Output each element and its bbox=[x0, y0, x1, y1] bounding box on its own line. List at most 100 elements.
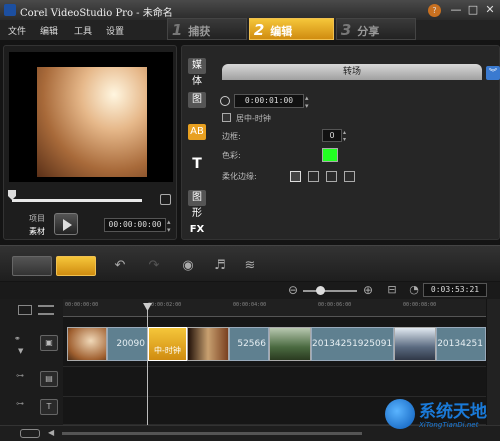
color-swatch[interactable] bbox=[322, 148, 338, 162]
project-duration: 0:03:53:21 bbox=[423, 283, 487, 297]
app-logo-icon bbox=[4, 4, 16, 16]
step-share[interactable]: 3 分享 bbox=[336, 18, 416, 40]
watermark-url: XiTongTianDi.net bbox=[419, 421, 479, 429]
ruler-tick: 00:00:00:00 bbox=[65, 302, 99, 308]
scroll-track-icon[interactable] bbox=[20, 429, 40, 438]
video-clip-thumbnail[interactable] bbox=[394, 327, 436, 361]
video-clip[interactable]: 20134251925091 bbox=[311, 327, 394, 361]
soft-edge-none-button[interactable] bbox=[290, 171, 301, 182]
soft-edge-label: 柔化边缘: bbox=[222, 172, 257, 181]
transition-type-icon bbox=[222, 113, 231, 122]
video-clip-thumbnail[interactable] bbox=[269, 327, 311, 361]
title-bar: Corel VideoStudio Pro - 未命名 ? — □ ✕ bbox=[0, 0, 500, 20]
duration-spinner-icon[interactable]: ▴ ▾ bbox=[305, 94, 309, 110]
help-icon[interactable]: ? bbox=[428, 4, 441, 17]
lock-title-icon[interactable]: ⊶ bbox=[16, 399, 24, 408]
ripple-edit-icon[interactable]: ⚭ bbox=[14, 334, 21, 343]
border-spinner-icon[interactable]: ▴ ▾ bbox=[343, 129, 346, 143]
close-button[interactable]: ✕ bbox=[482, 3, 498, 17]
border-spinner[interactable]: 0 bbox=[322, 129, 342, 142]
step-edit[interactable]: 2 编辑 bbox=[249, 18, 334, 40]
video-clip[interactable]: 52566 bbox=[229, 327, 269, 361]
enlarge-preview-icon[interactable] bbox=[160, 194, 171, 205]
menu-file[interactable]: 文件 bbox=[8, 24, 26, 37]
zoom-slider[interactable] bbox=[303, 290, 357, 292]
zoom-slider-handle[interactable] bbox=[316, 286, 325, 295]
color-label: 色彩: bbox=[222, 151, 241, 160]
video-clip-thumbnail[interactable] bbox=[187, 327, 229, 361]
zoom-in-icon[interactable]: ⊕ bbox=[360, 282, 376, 298]
ruler-tick: 00:00:04:00 bbox=[233, 302, 267, 308]
ruler-tick: 00:00:08:00 bbox=[403, 302, 437, 308]
mode-project-label[interactable]: 项目 bbox=[29, 213, 45, 224]
undo-icon[interactable]: ↶ bbox=[112, 258, 128, 274]
video-clip-thumbnail[interactable] bbox=[67, 327, 107, 361]
watermark-logo: 系统天地 XiTongTianDi.net bbox=[385, 395, 497, 439]
zoom-out-icon[interactable]: ⊖ bbox=[285, 282, 301, 298]
duration-timecode[interactable]: 0:00:01:00 bbox=[234, 94, 304, 108]
title-icon[interactable]: T bbox=[188, 156, 206, 172]
scroll-left-icon[interactable]: ◀ bbox=[48, 428, 54, 437]
preview-timecode[interactable]: 00:00:00:00 bbox=[104, 218, 166, 232]
filter-icon[interactable]: FX bbox=[188, 222, 206, 238]
watermark-globe-icon bbox=[385, 399, 415, 429]
timecode-spinner-icon[interactable]: ▴ ▾ bbox=[167, 218, 171, 234]
chapter-point-icon[interactable] bbox=[38, 305, 54, 315]
storyboard-view-button[interactable] bbox=[12, 256, 52, 276]
soft-edge-strong-button[interactable] bbox=[344, 171, 355, 182]
track-manager-icon[interactable] bbox=[18, 305, 32, 315]
menu-edit[interactable]: 编辑 bbox=[40, 24, 58, 37]
soft-edge-weak-button[interactable] bbox=[308, 171, 319, 182]
video-preview bbox=[9, 52, 173, 182]
overlay-track-icon[interactable]: ▤ bbox=[40, 371, 58, 387]
soft-edge-medium-button[interactable] bbox=[326, 171, 337, 182]
menu-settings[interactable]: 设置 bbox=[106, 24, 124, 37]
border-label: 边框: bbox=[222, 132, 241, 141]
video-track[interactable]: 20090 中-时钟 52566 20134251925091 20134251 bbox=[63, 317, 486, 367]
step-label: 捕获 bbox=[188, 25, 211, 38]
audio-mix-icon[interactable]: ♬ bbox=[212, 258, 228, 274]
playhead-line[interactable] bbox=[147, 304, 148, 425]
minimize-button[interactable]: — bbox=[448, 3, 464, 17]
play-button[interactable] bbox=[54, 213, 78, 235]
step-capture[interactable]: 1 捕获 bbox=[167, 18, 247, 40]
instant-project-icon[interactable]: 图 bbox=[188, 92, 206, 108]
timeline-toolbar: ↶ ↷ ◉ ♬ ≋ bbox=[0, 245, 500, 281]
record-capture-icon[interactable]: ◉ bbox=[180, 258, 196, 274]
mode-clip-label[interactable]: 素材 bbox=[29, 226, 45, 237]
overlay-track[interactable] bbox=[63, 367, 486, 397]
fit-project-icon[interactable]: ⊟ bbox=[384, 282, 400, 298]
transition-icon[interactable]: AB bbox=[188, 124, 206, 140]
scroll-thumb[interactable] bbox=[62, 432, 362, 435]
options-panel: 媒体 图 AB T 图形 FX 转场 ︾ 0:00:01:00 ▴ ▾ 居中-时钟… bbox=[181, 45, 500, 240]
ruler-tick: 00:00:06:00 bbox=[318, 302, 352, 308]
tab-transition[interactable]: 转场 bbox=[222, 64, 482, 80]
graphic-icon[interactable]: 图形 bbox=[188, 190, 206, 219]
step-label: 编辑 bbox=[270, 25, 293, 38]
menu-tools[interactable]: 工具 bbox=[74, 24, 92, 37]
video-clip[interactable]: 20134251 bbox=[436, 327, 486, 361]
maximize-button[interactable]: □ bbox=[465, 3, 481, 17]
dropdown-chevron-icon[interactable]: ▼ bbox=[18, 347, 23, 355]
redo-icon[interactable]: ↷ bbox=[146, 258, 162, 274]
transition-clip[interactable]: 中-时钟 bbox=[148, 327, 187, 361]
video-clip[interactable]: 20090 bbox=[107, 327, 148, 361]
video-track-icon[interactable]: ▣ bbox=[40, 335, 58, 351]
step-number: 2 bbox=[253, 21, 265, 39]
transition-name: 居中-时钟 bbox=[236, 114, 271, 123]
scrub-bar[interactable] bbox=[12, 199, 142, 202]
step-number: 3 bbox=[340, 21, 352, 39]
preview-frame-image bbox=[37, 67, 147, 177]
clock-icon bbox=[220, 96, 230, 106]
title-track-icon[interactable]: T bbox=[40, 399, 58, 415]
auto-music-icon[interactable]: ≋ bbox=[242, 258, 258, 274]
timeline-view-button[interactable] bbox=[56, 256, 96, 276]
timeline-ruler[interactable]: 00:00:00:00 00:00:02:00 00:00:04:00 00:0… bbox=[63, 299, 486, 317]
lock-track-icon[interactable]: ⊶ bbox=[16, 371, 24, 380]
watermark-name: 系统天地 bbox=[419, 402, 487, 422]
media-library-icon[interactable]: 媒体 bbox=[188, 58, 206, 87]
zoom-bar: ⊖ ⊕ ⊟ ◔ 0:03:53:21 bbox=[0, 282, 500, 299]
collapse-chevron-icon[interactable]: ︾ bbox=[486, 66, 500, 80]
track-header-panel: ▣ ⚭ ▼ ▤ ⊶ T ⊶ bbox=[0, 299, 63, 425]
step-label: 分享 bbox=[357, 25, 380, 38]
